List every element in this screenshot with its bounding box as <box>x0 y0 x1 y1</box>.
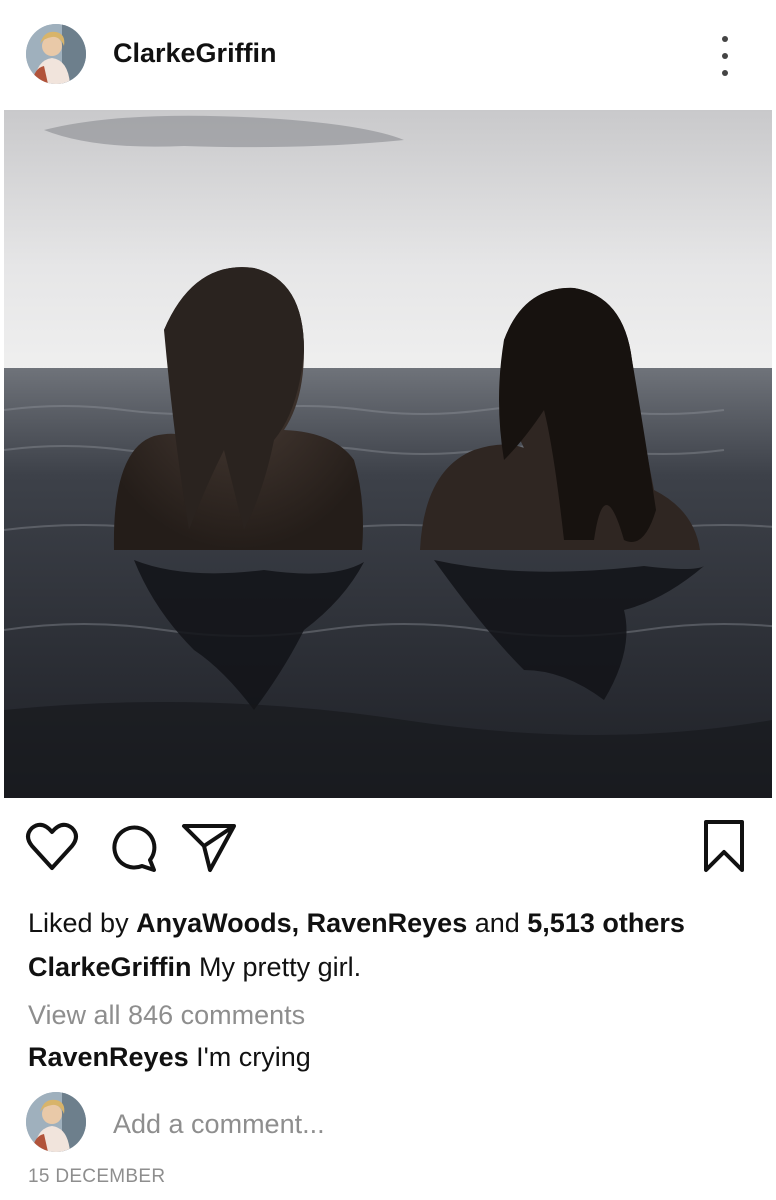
top-comment: RavenReyes I'm crying <box>28 1042 311 1073</box>
comment-text: I'm crying <box>188 1042 311 1072</box>
liker-1[interactable]: AnyaWoods <box>136 908 292 938</box>
likes-separator: , <box>291 908 307 938</box>
avatar-image <box>26 1092 86 1152</box>
post-photo[interactable] <box>4 110 772 798</box>
comment-author[interactable]: RavenReyes <box>28 1042 189 1072</box>
post-date: 15 DECEMBER <box>28 1166 166 1187</box>
photo <box>4 110 772 798</box>
bookmark-icon[interactable] <box>700 818 748 874</box>
heart-icon[interactable] <box>24 818 80 874</box>
add-comment-input[interactable]: Add a comment... <box>113 1109 325 1140</box>
caption-text: My pretty girl. <box>191 952 362 982</box>
likes-others[interactable]: 5,513 others <box>527 908 685 938</box>
likes-prefix: Liked by <box>28 908 137 938</box>
post-header: ClarkeGriffin <box>0 0 776 110</box>
view-all-comments-link[interactable]: View all 846 comments <box>28 1000 305 1031</box>
caption-author[interactable]: ClarkeGriffin <box>28 952 192 982</box>
send-icon[interactable] <box>180 818 238 874</box>
action-bar <box>0 818 776 878</box>
more-vertical-icon[interactable] <box>710 36 740 76</box>
post-username[interactable]: ClarkeGriffin <box>113 38 277 69</box>
avatar-image <box>26 24 86 84</box>
post-caption: ClarkeGriffin My pretty girl. <box>28 952 361 983</box>
comment-icon[interactable] <box>104 818 160 874</box>
avatar[interactable] <box>26 24 86 84</box>
liker-2[interactable]: RavenReyes <box>307 908 468 938</box>
likes-and: and <box>467 908 528 938</box>
current-user-avatar <box>26 1092 86 1152</box>
likes-summary[interactable]: Liked by AnyaWoods, RavenReyes and 5,513… <box>28 908 685 939</box>
